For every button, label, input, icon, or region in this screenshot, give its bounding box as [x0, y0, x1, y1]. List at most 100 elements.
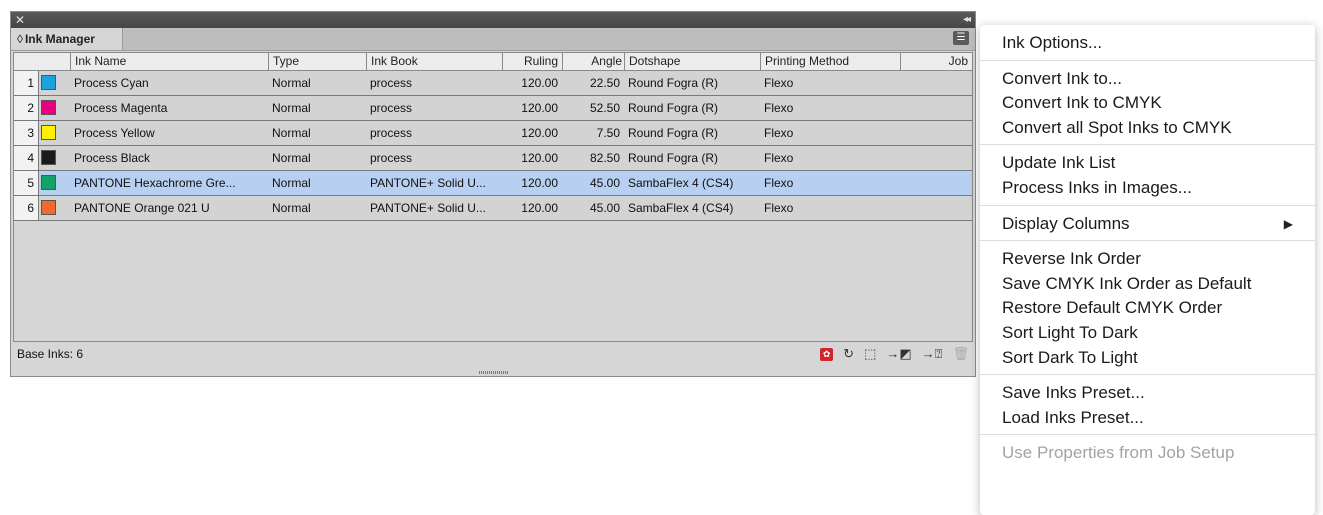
tab-arrows-icon: ◊ — [17, 32, 23, 46]
panel-flyout-menu: Ink Options... Convert Ink to... Convert I… — [980, 25, 1315, 515]
menu-item-use-properties-from-job-setup: Use Properties from Job Setup — [1002, 443, 1235, 463]
convert-to-cmyk-icon[interactable]: →◩ — [886, 346, 911, 362]
ink-printing-method: Flexo — [764, 126, 794, 140]
panel-titlebar: ✕ ◂◂ — [11, 12, 975, 28]
submenu-arrow-icon: ▶ — [1283, 216, 1293, 231]
tab-ink-manager[interactable]: ◊ Ink Manager — [11, 28, 123, 50]
row-number: 5 — [14, 171, 39, 195]
ink-printing-method: Flexo — [764, 151, 794, 165]
menu-item-sort-dark-to-light[interactable]: Sort Dark To Light — [1002, 346, 1138, 370]
header-spacer — [14, 53, 70, 70]
ink-printing-method: Flexo — [764, 201, 794, 215]
ink-name: Process Cyan — [74, 76, 149, 90]
column-dotshape[interactable]: Dotshape — [624, 53, 760, 70]
column-job[interactable]: Job — [900, 53, 976, 70]
collapse-icon[interactable]: ◂◂ — [963, 12, 971, 28]
ink-swatch — [41, 200, 56, 215]
ink-swatch — [41, 125, 56, 140]
menu-separator — [980, 59, 1315, 61]
ink-manager-panel: ✕ ◂◂ ◊ Ink Manager ☰ Ink Name Type Ink Bo… — [10, 11, 976, 377]
menu-item-display-columns[interactable]: Display Columns — [1002, 212, 1130, 236]
ink-printing-method: Flexo — [764, 176, 794, 190]
column-angle[interactable]: Angle — [562, 53, 626, 70]
ink-ruling: 120.00 — [521, 101, 558, 115]
ink-name: PANTONE Hexachrome Gre... — [74, 176, 236, 190]
menu-item-restore-default-cmyk-order[interactable]: Restore Default CMYK Order — [1002, 296, 1222, 320]
table-row[interactable]: 2 Process Magenta Normal process 120.00 52.50… — [14, 96, 972, 121]
column-ruling[interactable]: Ruling — [502, 53, 562, 70]
menu-item-convert-ink-to-cmyk[interactable]: Convert Ink to CMYK — [1002, 91, 1162, 115]
ink-angle: 45.00 — [589, 176, 620, 190]
menu-separator — [980, 144, 1315, 146]
ink-name: Process Yellow — [74, 126, 155, 140]
menu-separator — [980, 204, 1315, 206]
ink-table: Ink Name Type Ink Book Ruling Angle Dots… — [13, 52, 973, 342]
ink-settings-icon[interactable]: ✿ — [820, 347, 834, 361]
ink-dotshape: Round Fogra (R) — [628, 101, 719, 115]
ink-book: PANTONE+ Solid U... — [370, 176, 486, 190]
ink-book: process — [370, 76, 413, 90]
row-number: 4 — [14, 146, 39, 170]
row-number: 1 — [14, 71, 39, 95]
ink-ruling: 120.00 — [521, 126, 558, 140]
menu-separator — [980, 434, 1315, 436]
frame-icon[interactable]: ⬚ — [864, 346, 876, 362]
column-type[interactable]: Type — [268, 53, 366, 70]
table-row[interactable]: 6 PANTONE Orange 021 U Normal PANTONE+ Soli… — [14, 196, 972, 221]
ink-type: Normal — [272, 101, 311, 115]
ink-angle: 22.50 — [589, 76, 620, 90]
base-inks-count: Base Inks: 6 — [17, 347, 84, 361]
ink-type: Normal — [272, 151, 311, 165]
menu-item-sort-light-to-dark[interactable]: Sort Light To Dark — [1002, 321, 1138, 345]
resize-grip[interactable] — [479, 371, 509, 374]
menu-item-save-cmyk-ink-order-as-default[interactable]: Save CMYK Ink Order as Default — [1002, 272, 1251, 296]
ink-name: PANTONE Orange 021 U — [74, 201, 210, 215]
table-row[interactable]: 4 Process Black Normal process 120.00 82.50 Ro… — [14, 146, 972, 171]
table-row[interactable]: 5 PANTONE Hexachrome Gre... Normal PANTONE+… — [14, 171, 972, 196]
convert-unknown-icon[interactable]: →⍰ — [922, 346, 943, 362]
column-printing-method[interactable]: Printing Method — [760, 53, 900, 70]
ink-angle: 82.50 — [589, 151, 620, 165]
ink-book: process — [370, 101, 413, 115]
ink-dotshape: Round Fogra (R) — [628, 76, 719, 90]
ink-printing-method: Flexo — [764, 101, 794, 115]
menu-item-convert-ink-to[interactable]: Convert Ink to... — [1002, 67, 1122, 91]
column-ink-name[interactable]: Ink Name — [70, 53, 268, 70]
column-ink-book[interactable]: Ink Book — [366, 53, 502, 70]
ink-type: Normal — [272, 201, 311, 215]
ink-type: Normal — [272, 176, 311, 190]
trash-icon[interactable]: 🗑 — [952, 346, 969, 362]
menu-item-update-ink-list[interactable]: Update Ink List — [1002, 151, 1115, 175]
menu-separator — [980, 374, 1315, 376]
ink-name: Process Black — [74, 151, 151, 165]
ink-swatch — [41, 100, 56, 115]
ink-dotshape: Round Fogra (R) — [628, 151, 719, 165]
footer-toolbar: ✿ ↻ ⬚ →◩ →⍰ 🗑 — [820, 346, 969, 362]
menu-item-save-inks-preset[interactable]: Save Inks Preset... — [1002, 381, 1145, 405]
ink-dotshape: Round Fogra (R) — [628, 126, 719, 140]
panel-footer: Base Inks: 6 ✿ ↻ ⬚ →◩ →⍰ 🗑 — [13, 343, 973, 365]
ink-dotshape: SambaFlex 4 (CS4) — [628, 201, 734, 215]
panel-menu-icon[interactable]: ☰ — [953, 31, 969, 45]
ink-swatch — [41, 150, 56, 165]
ink-dotshape: SambaFlex 4 (CS4) — [628, 176, 734, 190]
ink-book: process — [370, 151, 413, 165]
table-row[interactable]: 1 Process Cyan Normal process 120.00 22.50 Rou… — [14, 71, 972, 96]
ink-name: Process Magenta — [74, 101, 168, 115]
tab-label: Ink Manager — [24, 32, 95, 46]
menu-item-process-inks-in-images[interactable]: Process Inks in Images... — [1002, 176, 1192, 200]
table-row[interactable]: 3 Process Yellow Normal process 120.00 7.50 Ro… — [14, 121, 972, 146]
ink-angle: 7.50 — [596, 126, 620, 140]
menu-item-convert-all-spot-inks-to-cmyk[interactable]: Convert all Spot Inks to CMYK — [1002, 116, 1232, 140]
ink-book: PANTONE+ Solid U... — [370, 201, 486, 215]
ink-type: Normal — [272, 126, 311, 140]
close-icon[interactable]: ✕ — [15, 12, 25, 28]
menu-item-ink-options[interactable]: Ink Options... — [1002, 31, 1102, 55]
ink-swatch — [41, 175, 56, 190]
row-number: 2 — [14, 96, 39, 120]
menu-item-load-inks-preset[interactable]: Load Inks Preset... — [1002, 406, 1144, 430]
menu-item-reverse-ink-order[interactable]: Reverse Ink Order — [1002, 247, 1141, 271]
refresh-icon[interactable]: ↻ — [843, 346, 854, 362]
menu-separator — [980, 240, 1315, 242]
ink-swatch — [41, 75, 56, 90]
